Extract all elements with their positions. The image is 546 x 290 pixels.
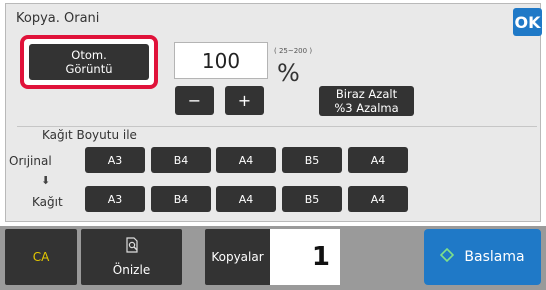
decrease-button[interactable]: −	[175, 86, 214, 115]
paper-row-label: Kağıt	[32, 195, 63, 209]
paper-size-b5-button[interactable]: B5	[282, 186, 342, 212]
start-label: Baslama	[464, 249, 525, 265]
original-size-a4-r-button[interactable]: A4	[348, 147, 408, 173]
auto-image-button[interactable]: Otom. Görüntü	[29, 44, 149, 80]
preview-button[interactable]: Önizle	[81, 229, 182, 285]
preview-icon	[126, 237, 140, 256]
percent-sign: %	[277, 59, 300, 87]
ok-button[interactable]: OK	[513, 8, 542, 36]
original-size-b5-button[interactable]: B5	[282, 147, 342, 173]
copies-button[interactable]: Kopyalar	[205, 229, 270, 285]
paper-size-a4-r-button[interactable]: A4	[348, 186, 408, 212]
original-size-b4-button[interactable]: B4	[151, 147, 211, 173]
down-arrow-icon: ⬇	[41, 174, 51, 187]
clear-all-button[interactable]: CA	[5, 229, 77, 285]
preview-label: Önizle	[112, 263, 151, 277]
paper-size-a3-button[interactable]: A3	[85, 186, 145, 212]
original-size-a3-button[interactable]: A3	[85, 147, 145, 173]
original-row-label: Orıjinal	[9, 154, 52, 168]
start-icon	[440, 247, 455, 266]
original-size-a4-button[interactable]: A4	[216, 147, 276, 173]
start-button[interactable]: Baslama	[424, 229, 541, 285]
copy-ratio-panel: Kopya. Orani OK Otom. Görüntü 100 ( 25~2…	[5, 3, 542, 222]
section-divider	[17, 126, 537, 127]
paper-size-a4-button[interactable]: A4	[216, 186, 276, 212]
ratio-range: ( 25~200 )	[274, 47, 313, 55]
copies-count[interactable]: 1	[270, 229, 340, 285]
increase-button[interactable]: +	[225, 86, 264, 115]
slight-reduce-button[interactable]: Biraz Azalt %3 Azalma	[319, 86, 414, 116]
panel-title: Kopya. Orani	[16, 11, 100, 26]
ratio-input[interactable]: 100	[174, 42, 268, 79]
paper-section-title: Kağıt Boyutu ile	[42, 128, 137, 142]
auto-image-highlight: Otom. Görüntü	[20, 35, 158, 89]
bottom-bar: CA Önizle Kopyalar 1 Baslama	[0, 226, 546, 290]
paper-size-b4-button[interactable]: B4	[151, 186, 211, 212]
